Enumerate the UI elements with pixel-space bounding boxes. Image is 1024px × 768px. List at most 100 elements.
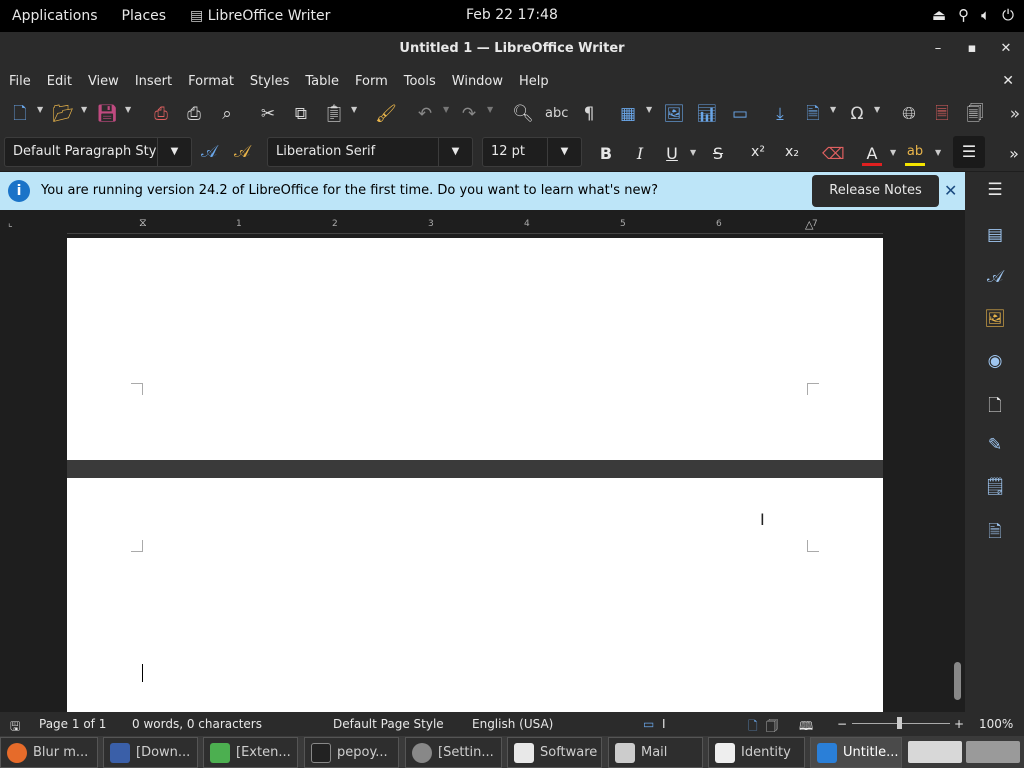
menu-view[interactable]: View	[80, 74, 127, 89]
insert-comment-icon[interactable]: 🗐︎	[964, 103, 986, 125]
special-character-icon[interactable]: Ω	[846, 103, 868, 125]
volume-icon[interactable]: 🔈︎	[981, 6, 990, 24]
chevron-down-icon[interactable]: ▼	[547, 138, 581, 166]
manage-changes-icon[interactable]: 🗒︎	[984, 477, 1006, 499]
chevron-down-icon[interactable]: ▼	[830, 105, 836, 114]
task-writer[interactable]: Untitle...	[810, 737, 902, 768]
network-icon[interactable]: ⚲	[958, 6, 969, 24]
insert-chart-icon[interactable]: 📊︎	[696, 103, 718, 125]
task-firefox[interactable]: Blur m...	[0, 737, 98, 768]
task-identity[interactable]: Identity	[708, 737, 805, 768]
vertical-scrollbar[interactable]	[950, 210, 965, 712]
chevron-down-icon[interactable]: ▼	[351, 105, 357, 114]
formatting-marks-icon[interactable]: ¶	[578, 103, 600, 125]
zoom-out-icon[interactable]: −	[837, 717, 847, 731]
chevron-down-icon[interactable]: ▼	[438, 138, 472, 166]
chevron-down-icon[interactable]: ▼	[443, 105, 449, 114]
footnote-icon[interactable]: 🗏︎	[931, 103, 953, 125]
page-1[interactable]	[67, 238, 883, 460]
copy-icon[interactable]: ⧉	[290, 103, 312, 125]
chevron-down-icon[interactable]: ▼	[37, 105, 43, 114]
spellcheck-icon[interactable]: abc	[545, 103, 568, 125]
more-tools-icon[interactable]: »	[1004, 103, 1024, 125]
save-icon[interactable]: 💾︎	[96, 103, 118, 125]
tab-stop-icon[interactable]: ⌞	[8, 218, 13, 229]
chevron-down-icon[interactable]: ▼	[81, 105, 87, 114]
new-style-icon[interactable]: 𝒜	[231, 141, 253, 163]
single-page-view-icon[interactable]: 🗋︎	[748, 717, 758, 738]
close-window-button[interactable]: ✕	[996, 41, 1016, 56]
chevron-down-icon[interactable]: ▼	[935, 148, 941, 157]
menu-table[interactable]: Table	[297, 74, 347, 89]
align-left-icon[interactable]: ☰	[953, 136, 985, 168]
menu-file[interactable]: File	[1, 74, 39, 89]
page-icon[interactable]: 🗋︎	[984, 393, 1006, 416]
insert-page-break-icon[interactable]: ⤓	[769, 103, 791, 125]
workspace-1[interactable]	[908, 741, 962, 763]
chevron-down-icon[interactable]: ▼	[890, 148, 896, 157]
gallery-icon[interactable]: 🖼︎	[984, 309, 1006, 331]
task-software[interactable]: Software	[507, 737, 602, 768]
highlight-color-icon[interactable]: ab	[905, 144, 925, 166]
workspace-2[interactable]	[966, 741, 1020, 763]
more-formatting-icon[interactable]: »	[1004, 144, 1024, 163]
open-folder-icon[interactable]: 📂︎	[52, 103, 74, 125]
page-count[interactable]: Page 1 of 1	[39, 717, 106, 731]
menu-form[interactable]: Form	[347, 74, 396, 89]
menu-tools[interactable]: Tools	[396, 74, 444, 89]
new-document-icon[interactable]: 🗋︎	[9, 103, 31, 125]
multi-page-view-icon[interactable]: 🗍︎	[766, 717, 778, 738]
menu-window[interactable]: Window	[444, 74, 511, 89]
navigator-icon[interactable]: ◉	[984, 351, 1006, 373]
undo-icon[interactable]: ↶	[414, 103, 436, 125]
applications-menu[interactable]: Applications	[0, 8, 110, 24]
menu-format[interactable]: Format	[180, 74, 242, 89]
task-settings[interactable]: [Settin...	[405, 737, 502, 768]
font-color-icon[interactable]: A	[862, 144, 882, 166]
hyperlink-icon[interactable]: 🌐︎	[898, 103, 920, 125]
design-icon[interactable]: 🗎︎	[984, 519, 1006, 542]
insert-mode-icon[interactable]: I	[662, 717, 666, 731]
insert-textbox-icon[interactable]: ▭	[729, 103, 751, 125]
book-view-icon[interactable]: 🕮︎	[799, 717, 813, 738]
zoom-slider-handle[interactable]	[897, 717, 902, 729]
menu-help[interactable]: Help	[511, 74, 557, 89]
word-count[interactable]: 0 words, 0 characters	[132, 717, 262, 731]
underline-button[interactable]: U	[662, 144, 682, 163]
insert-field-icon[interactable]: 🗎︎	[802, 103, 824, 125]
selection-mode-icon[interactable]: ▭	[643, 717, 654, 731]
menu-insert[interactable]: Insert	[127, 74, 180, 89]
right-indent-marker[interactable]: △	[805, 218, 813, 231]
print-preview-icon[interactable]: ⌕	[216, 103, 238, 125]
power-icon[interactable]: ⏻	[1002, 6, 1014, 24]
task-extensions[interactable]: [Exten...	[203, 737, 298, 768]
redo-icon[interactable]: ↷	[458, 103, 480, 125]
font-name-select[interactable]: Liberation Serif ▼	[267, 137, 473, 167]
close-infobar-icon[interactable]: ✕	[944, 181, 957, 200]
superscript-button[interactable]: x²	[748, 144, 768, 160]
chevron-down-icon[interactable]: ▼	[487, 105, 493, 114]
insert-image-icon[interactable]: 🖼︎	[663, 103, 685, 125]
paste-icon[interactable]: 📋︎	[323, 103, 345, 125]
active-app-menu[interactable]: ▤ LibreOffice Writer	[178, 8, 342, 24]
insert-table-icon[interactable]: ▦	[617, 103, 639, 125]
sidebar-menu-icon[interactable]: ☰	[984, 180, 1006, 202]
task-downloads[interactable]: [Down...	[103, 737, 198, 768]
font-size-select[interactable]: 12 pt ▼	[482, 137, 582, 167]
text-language[interactable]: English (USA)	[472, 717, 553, 731]
document-modified-icon[interactable]: 🖫︎	[10, 717, 20, 738]
page-style[interactable]: Default Page Style	[333, 717, 444, 731]
chevron-down-icon[interactable]: ▼	[874, 105, 880, 114]
task-mail[interactable]: Mail	[608, 737, 703, 768]
chevron-down-icon[interactable]: ▼	[646, 105, 652, 114]
export-pdf-icon[interactable]: ⎙	[150, 103, 172, 125]
style-inspector-icon[interactable]: ✎	[984, 435, 1006, 457]
bold-button[interactable]: B	[596, 144, 616, 163]
task-terminal[interactable]: pepoy...	[304, 737, 399, 768]
clone-formatting-icon[interactable]: 🖌︎	[375, 103, 397, 125]
places-menu[interactable]: Places	[110, 8, 179, 24]
find-replace-icon[interactable]: 🔍︎	[512, 103, 534, 125]
styles-icon[interactable]: 𝒜	[984, 267, 1006, 289]
zoom-level[interactable]: 100%	[979, 717, 1013, 731]
release-notes-button[interactable]: Release Notes	[812, 175, 939, 207]
